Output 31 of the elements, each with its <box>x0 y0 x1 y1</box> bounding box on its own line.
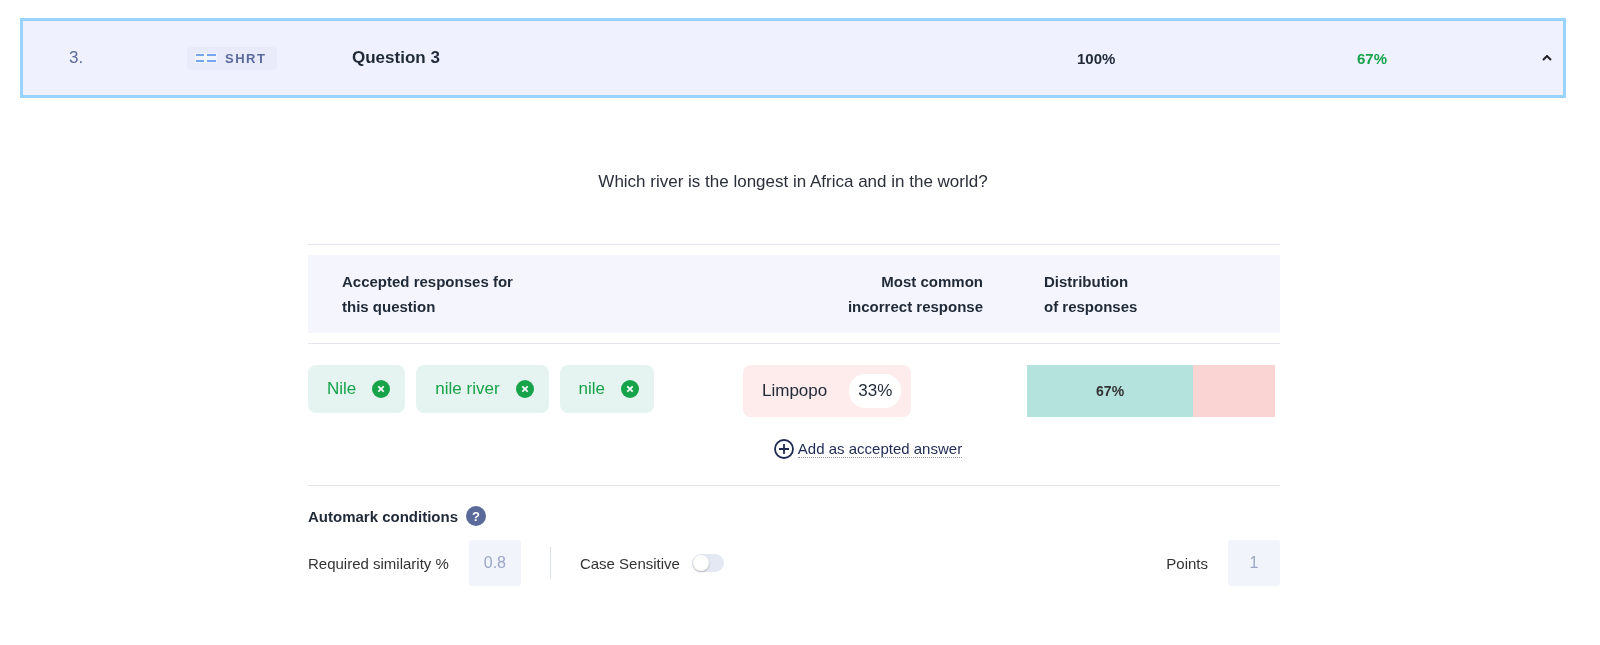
column-header: Accepted responses for this question <box>342 272 514 317</box>
column-header: Most common incorrect response <box>846 272 983 317</box>
column-header: Distribution of responses <box>1044 272 1139 317</box>
question-type-label: SHRT <box>225 50 267 66</box>
accepted-response-text: nile river <box>435 379 500 399</box>
incorrect-response-text: Limpopo <box>762 381 828 401</box>
attempted-percent: 100% <box>1077 49 1117 67</box>
correct-share-label: 67% <box>1096 383 1125 399</box>
question-row[interactable]: 3. SHRT Question 3 100% 67% <box>20 18 1566 98</box>
question-number: 3. <box>68 48 85 68</box>
automark-title: Automark conditions <box>308 507 458 525</box>
remove-icon[interactable] <box>621 380 639 398</box>
similarity-label: Required similarity % <box>308 554 449 572</box>
caret-icon[interactable] <box>1542 55 1552 61</box>
case-sensitive-toggle[interactable] <box>691 554 724 572</box>
remove-icon[interactable] <box>372 380 391 398</box>
question-text: Which river is the longest in Africa and in the world? <box>597 172 989 192</box>
short-answer-icon <box>195 53 217 63</box>
case-sensitive-label: Case Sensitive <box>579 554 680 572</box>
response-share-pill: 33% <box>849 374 902 408</box>
question-title: Question 3 <box>352 48 441 68</box>
add-accepted-answer-link[interactable]: Add as accepted answer <box>773 439 963 459</box>
add-icon <box>773 439 794 459</box>
similarity-field[interactable]: 0.8 <box>468 540 521 586</box>
points-field[interactable]: 1 <box>1228 540 1280 586</box>
score-percent: 67% <box>1357 49 1389 67</box>
remove-icon[interactable] <box>515 380 534 398</box>
points-label: Points <box>1166 554 1208 572</box>
help-icon[interactable]: ? <box>466 506 486 526</box>
accepted-response-text: Nile <box>327 379 357 399</box>
accepted-response-text: nile <box>578 379 605 399</box>
